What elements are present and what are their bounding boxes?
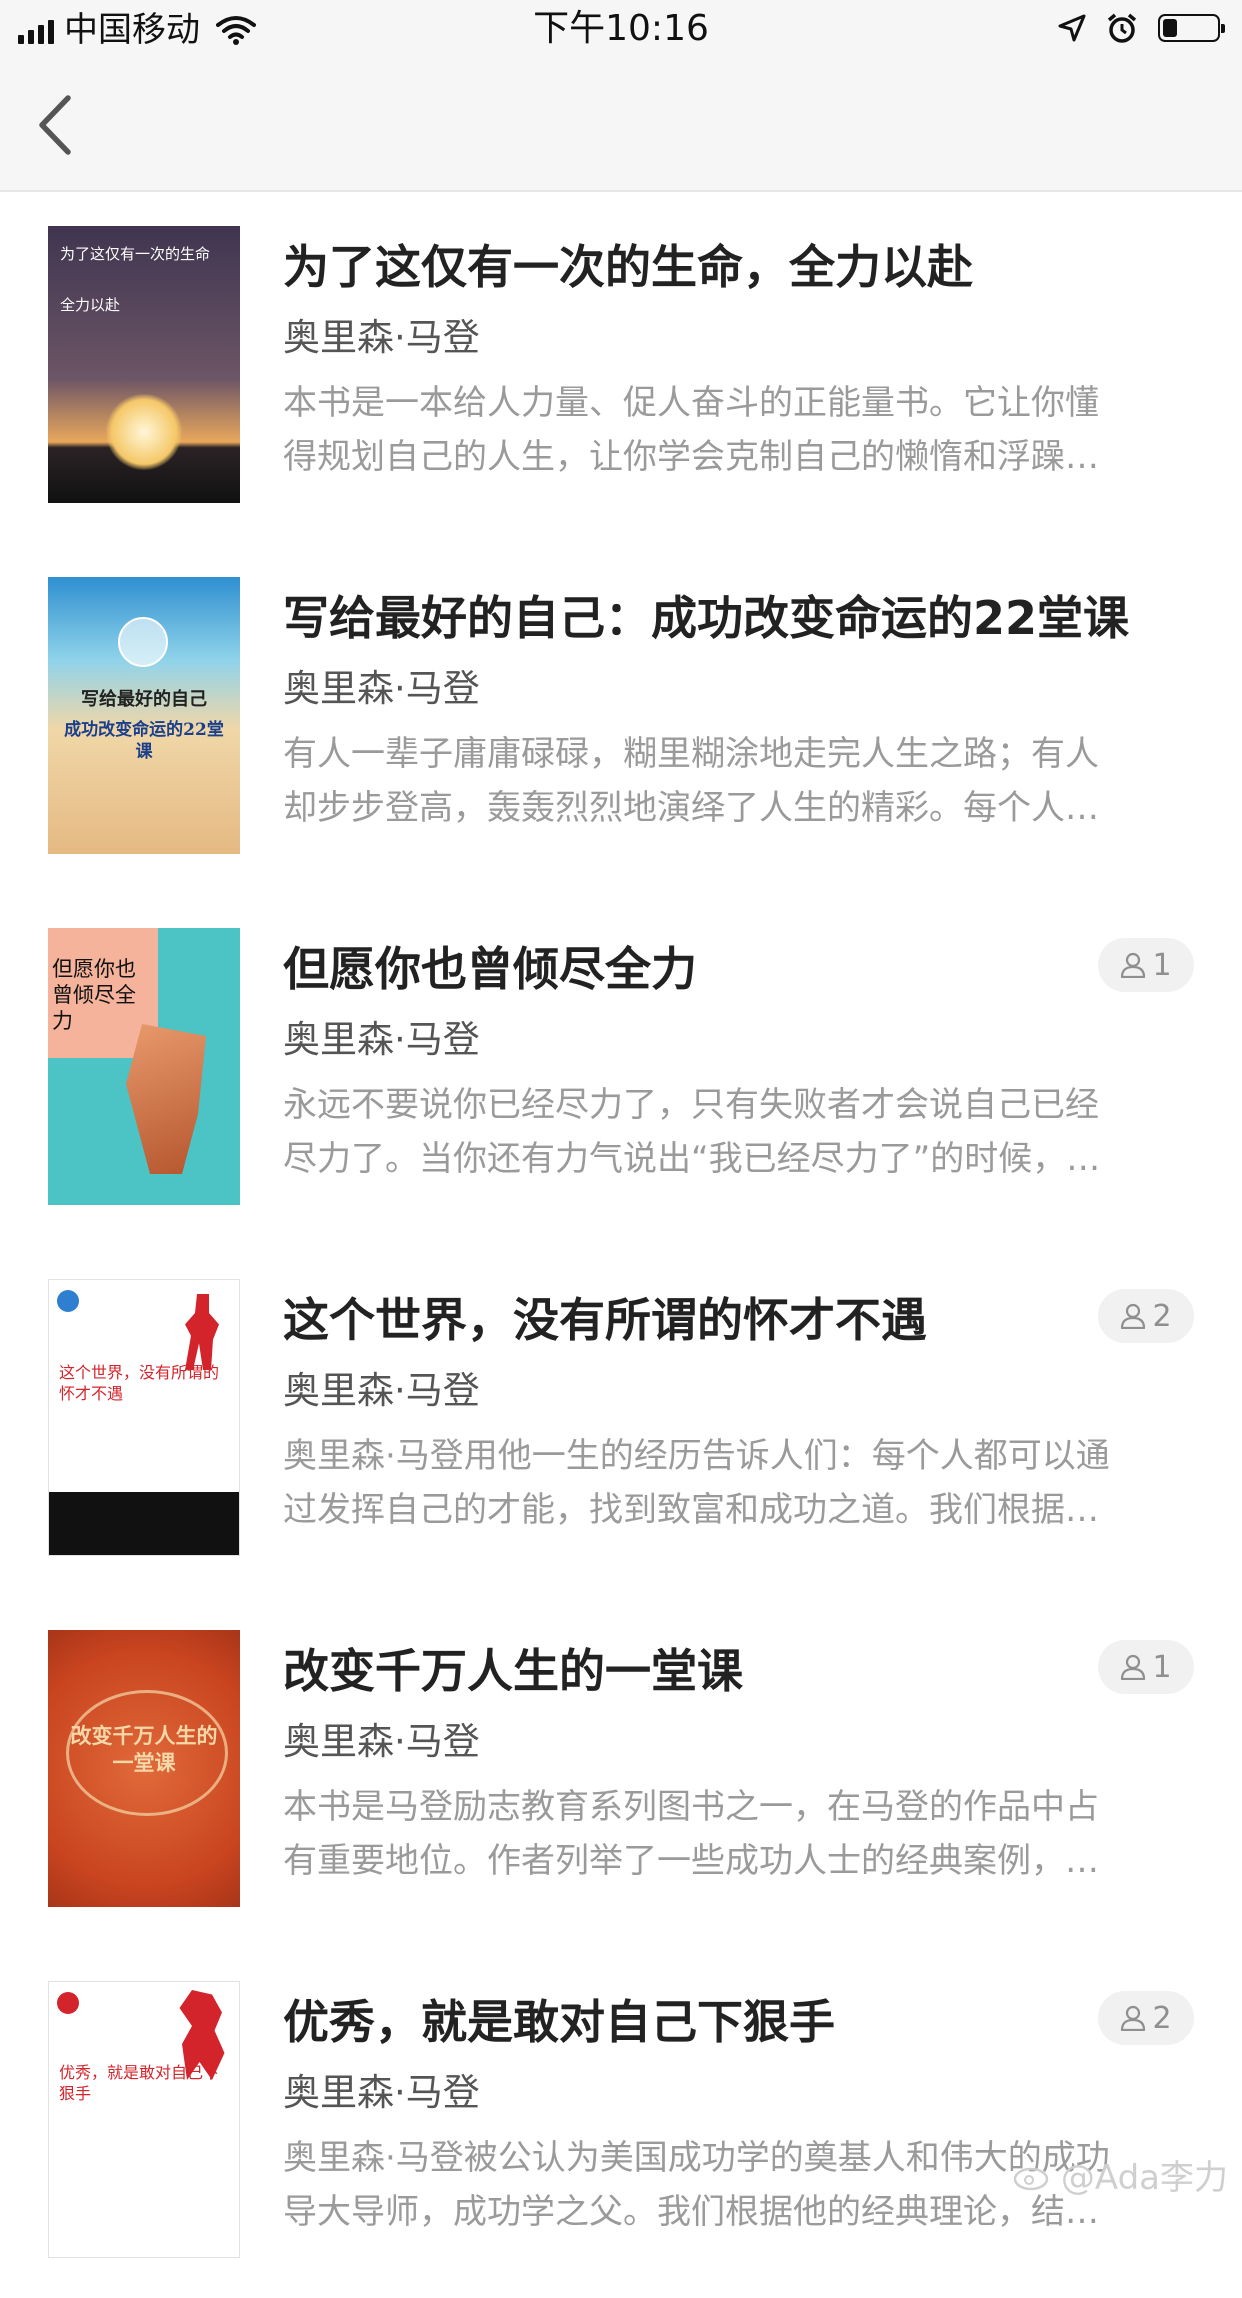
- cover-subtitle: 成功改变命运的22堂课: [64, 720, 224, 762]
- cover-title: 优秀，就是敢对自己下狠手: [59, 2063, 220, 2103]
- reader-count-badge[interactable]: 2: [1098, 1289, 1194, 1343]
- person-icon: [1121, 1303, 1146, 1329]
- book-desc-line: 本书是一本给人力量、促人奋斗的正能量书。它让你懂: [283, 383, 1099, 423]
- book-cover: 改变千万人生的一堂课: [48, 1630, 240, 1907]
- book-title: 这个世界，没有所谓的怀才不遇: [283, 1293, 927, 1347]
- book-item[interactable]: 改变千万人生的一堂课 改变千万人生的一堂课 奥里森·马登 本书是马登励志教育系列…: [0, 1596, 1242, 1947]
- status-right: [1058, 12, 1225, 44]
- book-author: 奥里森·马登: [283, 2071, 480, 2114]
- reader-count-badge[interactable]: 1: [1098, 1640, 1194, 1694]
- book-author: 奥里森·马登: [283, 1720, 480, 1763]
- chevron-left-icon: [39, 95, 71, 155]
- alarm-icon: [1107, 13, 1137, 43]
- location-arrow-icon: [1058, 14, 1086, 42]
- cover-footer: [49, 1492, 239, 1555]
- book-desc-line: 得规划自己的人生，让你学会克制自己的懒惰和浮躁…: [283, 437, 1099, 477]
- reader-count: 2: [1152, 1298, 1172, 1334]
- book-author: 奥里森·马登: [283, 1369, 480, 1412]
- fist-illustration: [126, 1024, 206, 1174]
- cover-title: 写给最好的自己: [81, 689, 207, 710]
- watermark: @Ada李力: [1013, 2150, 1228, 2199]
- book-item[interactable]: 写给最好的自己 成功改变命运的22堂课 写给最好的自己：成功改变命运的22堂课 …: [0, 543, 1242, 894]
- reader-count-badge[interactable]: 1: [1098, 938, 1194, 992]
- book-desc-line: 奥里森·马登用他一生的经历告诉人们：每个人都可以通: [283, 1436, 1110, 1476]
- book-item[interactable]: 为了这仅有一次的生命 全力以赴 为了这仅有一次的生命，全力以赴 奥里森·马登 本…: [0, 192, 1242, 543]
- status-bar: 中国移动 下午10:16: [0, 0, 1242, 62]
- book-description: 本书是马登励志教育系列图书之一，在马登的作品中占 有重要地位。作者列举了一些成功…: [283, 1780, 1188, 1888]
- publisher-logo: [57, 1992, 79, 2014]
- cover-title: 改变千万人生的一堂课: [70, 1723, 218, 1775]
- person-icon: [1121, 952, 1146, 978]
- nav-bar: [0, 62, 1242, 192]
- book-cover: 写给最好的自己 成功改变命运的22堂课: [48, 577, 240, 854]
- book-title: 改变千万人生的一堂课: [283, 1644, 743, 1698]
- cover-subtitle: 全力以赴: [60, 296, 121, 314]
- book-author: 奥里森·马登: [283, 316, 480, 359]
- status-time: 下午10:16: [533, 8, 709, 49]
- book-desc-line: 尽力了。当你还有力气说出“我已经尽力了”的时候，…: [283, 1139, 1101, 1179]
- climber-illustration: [185, 1294, 219, 1370]
- book-description: 奥里森·马登用他一生的经历告诉人们：每个人都可以通 过发挥自己的才能，找到致富和…: [283, 1429, 1188, 1537]
- book-item[interactable]: 但愿你也曾倾尽全力 但愿你也曾倾尽全力 奥里森·马登 永远不要说你已经尽力了，只…: [0, 894, 1242, 1245]
- publisher-logo: [57, 1290, 79, 1312]
- weibo-icon: [1013, 2167, 1049, 2190]
- reader-count: 2: [1152, 2000, 1172, 2036]
- book-title: 优秀，就是敢对自己下狠手: [283, 1995, 835, 2049]
- book-author: 奥里森·马登: [283, 667, 480, 710]
- fishbowl-illustration: [118, 617, 168, 667]
- book-item[interactable]: 优秀，就是敢对自己下狠手 优秀，就是敢对自己下狠手 奥里森·马登 奥里森·马登被…: [0, 1947, 1242, 2298]
- book-description: 本书是一本给人力量、促人奋斗的正能量书。它让你懂 得规划自己的人生，让你学会克制…: [283, 376, 1188, 484]
- sun-illustration: [106, 394, 182, 470]
- book-cover: 但愿你也曾倾尽全力: [48, 928, 240, 1205]
- cover-title: 为了这仅有一次的生命: [60, 245, 211, 263]
- book-title: 为了这仅有一次的生命，全力以赴: [283, 240, 973, 294]
- book-desc-line: 却步步登高，轰轰烈烈地演绎了人生的精彩。每个人…: [283, 788, 1099, 828]
- book-desc-line: 有人一辈子庸庸碌碌，糊里糊涂地走完人生之路；有人: [283, 734, 1099, 774]
- battery-icon: [1158, 14, 1225, 42]
- book-desc-line: 本书是马登励志教育系列图书之一，在马登的作品中占: [283, 1787, 1099, 1827]
- book-cover: 优秀，就是敢对自己下狠手: [48, 1981, 240, 2258]
- reader-count-badge[interactable]: 2: [1098, 1991, 1194, 2045]
- book-description: 有人一辈子庸庸碌碌，糊里糊涂地走完人生之路；有人 却步步登高，轰轰烈烈地演绎了人…: [283, 727, 1188, 835]
- reader-count: 1: [1152, 1649, 1172, 1685]
- person-icon: [1121, 2005, 1146, 2031]
- book-cover: 为了这仅有一次的生命 全力以赴: [48, 226, 240, 503]
- book-description: 永远不要说你已经尽力了，只有失败者才会说自己已经 尽力了。当你还有力气说出“我已…: [283, 1078, 1188, 1186]
- cover-title: 但愿你也曾倾尽全力: [52, 957, 136, 1033]
- book-cover: 这个世界，没有所谓的怀才不遇: [48, 1279, 240, 1556]
- book-desc-line: 有重要地位。作者列举了一些成功人士的经典案例，…: [283, 1841, 1099, 1881]
- reader-count: 1: [1152, 947, 1172, 983]
- watermark-text: @Ada李力: [1060, 2158, 1228, 2198]
- book-author: 奥里森·马登: [283, 1018, 480, 1061]
- book-item[interactable]: 这个世界，没有所谓的怀才不遇 这个世界，没有所谓的怀才不遇 奥里森·马登 奥里森…: [0, 1245, 1242, 1596]
- back-button[interactable]: [30, 90, 80, 160]
- person-icon: [1121, 1654, 1146, 1680]
- book-desc-line: 永远不要说你已经尽力了，只有失败者才会说自己已经: [283, 1085, 1099, 1125]
- book-list: 为了这仅有一次的生命 全力以赴 为了这仅有一次的生命，全力以赴 奥里森·马登 本…: [0, 192, 1242, 2298]
- book-title: 但愿你也曾倾尽全力: [283, 942, 697, 996]
- cover-title: 这个世界，没有所谓的怀才不遇: [59, 1363, 220, 1403]
- book-desc-line: 过发挥自己的才能，找到致富和成功之道。我们根据…: [283, 1490, 1099, 1530]
- book-title: 写给最好的自己：成功改变命运的22堂课: [283, 591, 1130, 645]
